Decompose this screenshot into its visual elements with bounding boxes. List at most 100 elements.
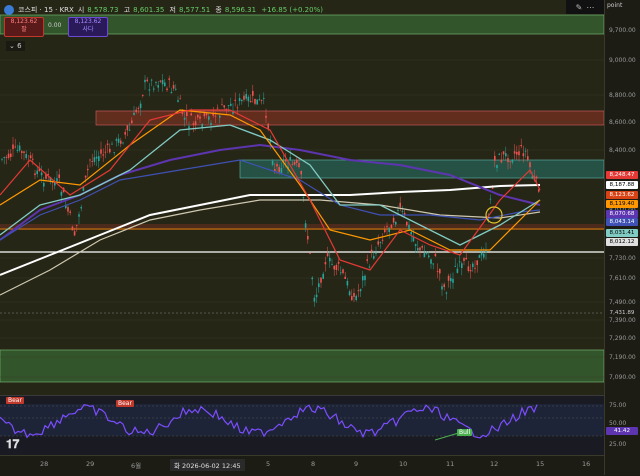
candle-body [104, 151, 107, 153]
candle-body [205, 113, 208, 116]
candle-body [260, 100, 263, 101]
candle-body [476, 260, 478, 266]
candle-body [392, 217, 395, 223]
candle-body [1, 158, 3, 160]
candle-body [16, 150, 19, 151]
candle-body [258, 99, 261, 101]
candle-body [522, 153, 525, 157]
candle-body [496, 165, 498, 169]
pencil-icon[interactable]: ✎ [576, 3, 583, 12]
candle-body [155, 82, 157, 83]
bull-tag: Bull [457, 429, 473, 436]
candle-body [511, 159, 514, 163]
candle-body [351, 296, 353, 301]
candle-body [324, 262, 327, 265]
time-label: 28 [40, 460, 49, 468]
more-icon[interactable]: ⋯ [586, 3, 594, 12]
time-label: 9 [354, 460, 359, 468]
candle-body [423, 253, 426, 258]
candle-body [318, 283, 320, 288]
candle-body [379, 242, 382, 243]
candle-body [494, 155, 496, 161]
price-tag: 8,123.62 [606, 191, 638, 199]
candle-body [124, 132, 126, 135]
candle-body [524, 150, 527, 152]
candle-body [135, 109, 137, 112]
candle-body [344, 276, 346, 279]
time-label: 29 [86, 460, 95, 468]
candle-body [194, 121, 197, 125]
candle-body [370, 249, 373, 252]
price-chart-svg[interactable] [0, 0, 604, 395]
candle-body [73, 231, 76, 236]
candle-body [34, 173, 36, 176]
candle-body [386, 226, 388, 228]
candle-body [368, 266, 371, 268]
candle-body [166, 88, 168, 91]
candle-body [71, 226, 74, 231]
candle-body [293, 161, 296, 165]
price-tick: 9,000.00 [609, 57, 636, 64]
candle-body [58, 174, 60, 178]
candle-body [395, 221, 397, 225]
candle-body [157, 85, 159, 88]
ohlc-values: 시 8,578.73 고 8,601.35 저 8,577.51 종 8,596.31 … [77, 6, 323, 14]
candle-body [375, 252, 377, 254]
candle-body [146, 79, 148, 82]
candle-body [406, 221, 408, 226]
candle-body [465, 257, 467, 260]
candle-body [529, 162, 531, 168]
candle-body [113, 152, 115, 154]
candle-body [535, 176, 538, 179]
candle-body [168, 78, 170, 80]
candle-body [161, 80, 164, 85]
candle-body [390, 224, 393, 229]
point-label[interactable]: point [607, 2, 622, 9]
candle-body [518, 151, 520, 156]
buy-button[interactable]: 8,123.62 사다 [68, 17, 108, 37]
candle-body [458, 261, 461, 263]
candle-body [95, 156, 98, 159]
price-tick: 7,290.00 [609, 335, 636, 342]
time-axis[interactable]: 28 29 6월 5 8 9 10 11 12 15 16 화 2026-06-02 12:45 [0, 455, 604, 476]
candle-body [280, 168, 283, 174]
candle-body [335, 264, 338, 270]
time-label: 15 [536, 460, 545, 468]
candle-body [450, 278, 452, 282]
candle-body [133, 112, 135, 116]
price-tick: 7,730.00 [609, 255, 636, 262]
candle-body [478, 255, 481, 258]
candle-body [436, 271, 439, 272]
tradingview-logo-icon[interactable]: 𝟏𝟕 [6, 437, 19, 452]
candle-body [190, 113, 192, 116]
candle-body [520, 145, 522, 147]
symbol-title[interactable]: 코스피 · 15 · KRX [18, 5, 74, 15]
time-label: 10 [399, 460, 408, 468]
candle-body [102, 154, 104, 156]
candle-body [256, 99, 258, 105]
osc-tick: 50.00 [609, 420, 627, 427]
oscillator-panel[interactable]: Bear Bear Bull 𝟏𝟕 [0, 395, 604, 456]
price-tag: 7,431.89 [606, 309, 638, 317]
symbol-header: 코스피 · 15 · KRX 시 8,578.73 고 8,601.35 저 8,57… [4, 3, 326, 17]
price-tag: 8,187.88 [606, 181, 638, 189]
candle-body [322, 273, 324, 279]
candle-body [56, 178, 58, 182]
candle-body [221, 104, 223, 106]
candle-body [219, 115, 221, 118]
sell-button[interactable]: 8,123.62 팔 [4, 17, 44, 37]
candle-body [87, 168, 89, 171]
price-tick: 9,700.00 [609, 27, 636, 34]
indicators-toggle[interactable]: ⌄ 6 [6, 41, 25, 51]
candle-body [315, 294, 318, 298]
top-right-toolbar[interactable]: ✎ ⋯ [566, 0, 604, 14]
main-chart[interactable]: 코스피 · 15 · KRX 시 8,578.73 고 8,601.35 저 8,57… [0, 0, 604, 395]
candle-body [111, 143, 113, 145]
spread-value: 0.00 [48, 22, 62, 29]
candle-body [469, 269, 472, 272]
candle-body [513, 151, 516, 154]
price-tag: 8,119.40 [606, 200, 638, 208]
price-axis[interactable]: point 9,700.00 9,000.00 8,800.00 8,600.00 8,… [604, 0, 640, 475]
candle-body [300, 171, 302, 175]
time-label: 6월 [131, 462, 142, 470]
